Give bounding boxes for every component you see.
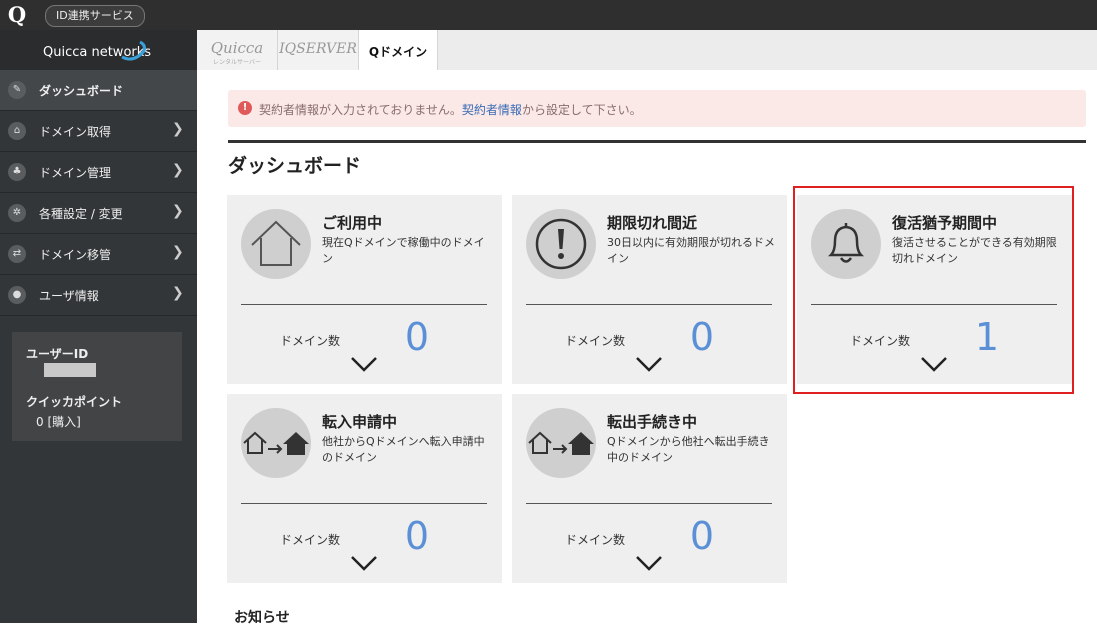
card-in-use[interactable]: ご利用中 現在Qドメインで稼働中のドメイン ドメイン数 0 [227,195,502,384]
chevron-right-icon: ❯ [172,121,184,137]
sidebar-item-label: ユーザ情報 [39,289,99,303]
tab-sublabel: レンタルサーバー [213,59,261,66]
domain-count-label: ドメイン数 [280,533,341,547]
highlight-box [793,186,1074,394]
user-info-box: ユーザーID クイッカポイント 0 [購入] [12,332,182,441]
top-bar: Q ID連携サービス [0,0,1097,30]
card-divider [526,304,772,305]
domain-count-label: ドメイン数 [280,334,341,348]
user-icon: ● [8,286,26,304]
alert-message: 契約者情報が入力されておりません。契約者情報から設定して下さい。 [259,101,642,118]
sidebar-item-user-info[interactable]: ● ユーザ情報 ❯ [0,275,197,316]
card-title: ご利用中 [322,214,383,232]
house-icon [251,220,301,266]
sidebar-item-label: ドメイン取得 [39,125,112,139]
service-tabs: Quicca レンタルサーバー IQSERVER Qドメイン [197,30,1097,70]
news-heading: お知らせ [234,610,290,626]
tab-iqserver[interactable]: IQSERVER [278,30,359,70]
chevron-down-icon[interactable] [635,356,663,372]
domain-count-value: 0 [689,514,715,558]
domain-count-value: 0 [404,514,430,558]
domain-count-label: ドメイン数 [565,533,626,547]
domain-count-value: 0 [404,315,430,359]
tab-quicca[interactable]: Quicca レンタルサーバー [197,30,278,70]
sidebar-item-domain-acquire[interactable]: ⌂ ドメイン取得 ❯ [0,111,197,152]
card-icon-circle [526,209,596,279]
sidebar-nav: ✎ ダッシュボード ⌂ ドメイン取得 ❯ ♣ ドメイン管理 ❯ ✲ 各種設定 /… [0,70,197,316]
sidebar-item-label: 各種設定 / 変更 [39,207,123,221]
card-expiring-soon[interactable]: 期限切れ間近 30日以内に有効期限が切れるドメイン ドメイン数 0 [512,195,787,384]
card-title: 期限切れ間近 [607,214,698,232]
card-description: 現在Qドメインで稼働中のドメイン [322,236,485,265]
sidebar-item-domain-transfer[interactable]: ⇄ ドメイン移管 ❯ [0,234,197,275]
points-label: クイッカポイント [26,395,123,409]
contractor-info-link[interactable]: 契約者情報 [462,103,522,117]
card-icon-circle [526,408,596,478]
card-description: 30日以内に有効期限が切れるドメイン [607,236,775,265]
sidebar-item-label: ドメイン移管 [39,248,112,262]
sidebar-item-label: ダッシュボード [39,84,124,98]
exclamation-icon [535,218,587,270]
chevron-right-icon: ❯ [172,244,184,260]
card-title: 転出手続き中 [607,413,698,431]
title-divider [228,140,1086,143]
card-transfer-out[interactable]: 転出手続き中 Qドメインから他社へ転出手続き中のドメイン ドメイン数 0 [512,394,787,583]
page-title: ダッシュボード [228,155,362,177]
home-icon: ⌂ [8,122,26,140]
transfer-in-icon [243,431,309,455]
bell-icon: ♣ [8,163,26,181]
sidebar-item-domain-manage[interactable]: ♣ ドメイン管理 ❯ [0,152,197,193]
points-value-link[interactable]: 0 [購入] [36,413,81,430]
brand-logo[interactable]: Q [6,2,28,28]
alert-banner: ! 契約者情報が入力されておりません。契約者情報から設定して下さい。 [228,90,1086,127]
card-description: 他社からQドメインへ転入申請中のドメイン [322,435,485,464]
chevron-right-icon: ❯ [172,162,184,178]
transfer-out-icon [528,431,594,455]
tab-label: IQSERVER [279,41,357,57]
card-divider [241,304,487,305]
alert-text: から設定して下さい。 [521,103,642,117]
chevron-down-icon[interactable] [350,356,378,372]
tab-qdomain[interactable]: Qドメイン [359,30,438,70]
gear-icon: ✲ [8,204,26,222]
sidebar-item-dashboard[interactable]: ✎ ダッシュボード [0,70,197,111]
tab-label: Qドメイン [368,45,428,59]
logo-swoosh-icon [121,40,146,61]
alert-text: 契約者情報が入力されておりません。 [259,103,462,117]
chevron-down-icon[interactable] [350,555,378,571]
card-icon-circle [241,408,311,478]
card-description: Qドメインから他社へ転出手続き中のドメイン [607,435,770,464]
user-id-label: ユーザーID [26,347,89,361]
transfer-icon: ⇄ [8,245,26,263]
card-title: 転入申請中 [322,413,398,431]
chevron-right-icon: ❯ [172,203,184,219]
quicca-logo[interactable]: Quicca networks [0,30,197,70]
domain-count-value: 0 [689,315,715,359]
card-transfer-in[interactable]: 転入申請中 他社からQドメインへ転入申請中のドメイン ドメイン数 0 [227,394,502,583]
card-divider [241,503,487,504]
chevron-down-icon[interactable] [635,555,663,571]
user-id-masked [44,363,96,377]
dashboard-icon: ✎ [8,81,26,99]
card-divider [526,503,772,504]
domain-count-label: ドメイン数 [565,334,626,348]
sidebar-item-label: ドメイン管理 [39,166,112,180]
sidebar-item-settings[interactable]: ✲ 各種設定 / 変更 ❯ [0,193,197,234]
id-service-button[interactable]: ID連携サービス [45,5,145,27]
card-icon-circle [241,209,311,279]
alert-icon: ! [238,101,252,115]
sidebar: Quicca networks ✎ ダッシュボード ⌂ ドメイン取得 ❯ ♣ ド… [0,30,197,623]
tab-label: Quicca [210,39,264,57]
chevron-right-icon: ❯ [172,285,184,301]
